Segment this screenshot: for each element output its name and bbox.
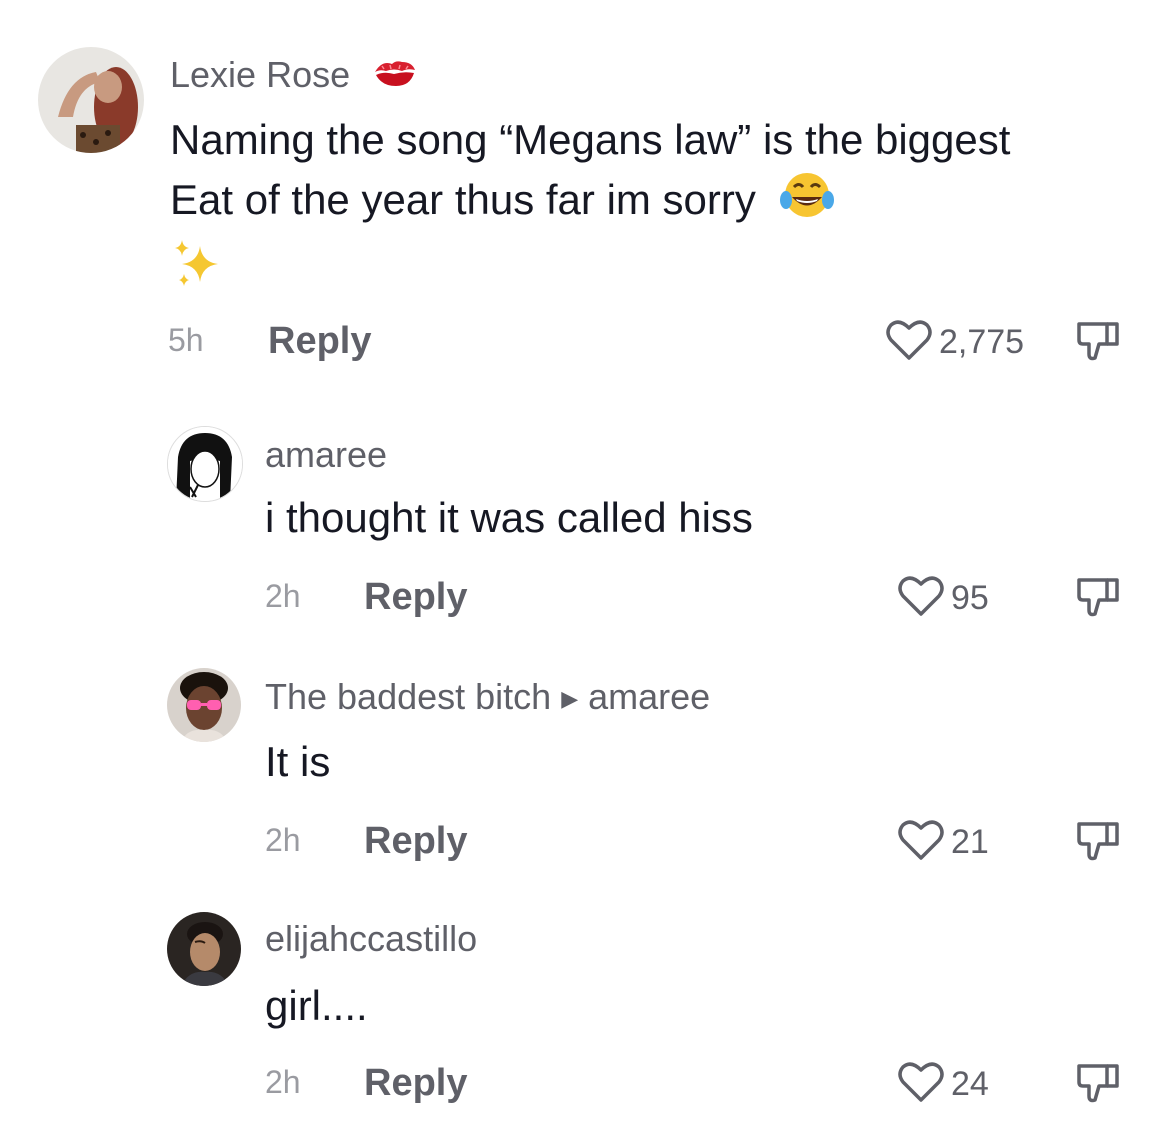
comment-text-content: Naming the song “Megans law” is the bigg… xyxy=(170,116,1011,224)
reply-button[interactable]: Reply xyxy=(268,320,371,363)
comment-the-baddest-bitch: The baddest bitch ▶ amaree It is 2h Reply … xyxy=(0,640,1170,890)
thumbs-down-outline-icon xyxy=(1075,1064,1123,1112)
avatar[interactable] xyxy=(167,668,241,742)
like-button[interactable]: 21 xyxy=(897,818,989,867)
reply-button[interactable]: Reply xyxy=(364,576,467,619)
username[interactable]: The baddest bitch ▶ amaree xyxy=(265,676,710,718)
like-count: 95 xyxy=(951,579,989,617)
thumbs-down-outline-icon xyxy=(1075,578,1123,626)
avatar[interactable] xyxy=(38,47,144,153)
comment-elijahccastillo: elijahccastillo girl.... 2h Reply 24 xyxy=(0,890,1170,1146)
username[interactable]: elijahccastillo xyxy=(265,918,477,960)
like-button[interactable]: 2,775 xyxy=(885,318,1024,367)
avatar[interactable] xyxy=(167,426,243,502)
heart-outline-icon xyxy=(885,318,933,367)
dislike-button[interactable] xyxy=(1075,574,1123,627)
reply-to-username[interactable]: amaree xyxy=(588,676,710,717)
avatar[interactable] xyxy=(167,912,241,986)
dislike-button[interactable] xyxy=(1075,818,1123,871)
comment-time: 5h xyxy=(168,322,204,358)
reply-button[interactable]: Reply xyxy=(364,1062,467,1105)
username[interactable]: Lexie Rose xyxy=(170,54,418,99)
username[interactable]: amaree xyxy=(265,434,387,476)
laughing-tears-icon xyxy=(779,170,834,236)
sparkles-icon xyxy=(170,236,226,308)
comment-lexie-rose: Lexie Rose Naming the song “Megans law” … xyxy=(0,0,1170,400)
dislike-button[interactable] xyxy=(1075,318,1123,371)
comment-amaree: amaree i thought it was called hiss 2h R… xyxy=(0,400,1170,640)
reply-button[interactable]: Reply xyxy=(364,820,467,863)
like-count: 24 xyxy=(951,1065,989,1103)
reply-arrow-icon: ▶ xyxy=(561,686,579,711)
comment-text: Naming the song “Megans law” is the bigg… xyxy=(170,110,1070,308)
kiss-mark-icon xyxy=(372,56,418,99)
like-button[interactable]: 95 xyxy=(897,574,989,623)
thumbs-down-outline-icon xyxy=(1075,322,1123,370)
heart-outline-icon xyxy=(897,818,945,867)
dislike-button[interactable] xyxy=(1075,1060,1123,1113)
heart-outline-icon xyxy=(897,1060,945,1109)
thumbs-down-outline-icon xyxy=(1075,822,1123,870)
comment-time: 2h xyxy=(265,822,301,858)
comment-text: girl.... xyxy=(265,982,368,1029)
comment-text: i thought it was called hiss xyxy=(265,494,753,541)
like-count: 2,775 xyxy=(939,323,1025,361)
comment-text: It is xyxy=(265,738,331,785)
like-count: 21 xyxy=(951,823,989,861)
username-text[interactable]: Lexie Rose xyxy=(170,54,350,95)
heart-outline-icon xyxy=(897,574,945,623)
comment-time: 2h xyxy=(265,578,301,614)
like-button[interactable]: 24 xyxy=(897,1060,989,1109)
username-text[interactable]: The baddest bitch xyxy=(265,676,551,717)
comment-time: 2h xyxy=(265,1064,301,1100)
